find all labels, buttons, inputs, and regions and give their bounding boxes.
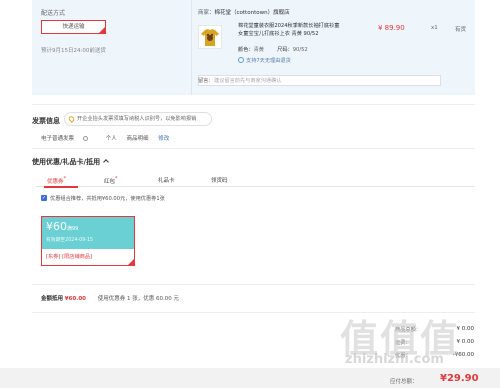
tab-redpacket[interactable]: 红包*: [104, 176, 118, 185]
shipping-label: 配送方式: [41, 10, 66, 17]
tab-giftcard[interactable]: 礼品卡: [158, 176, 175, 184]
message-label: 留言：: [198, 78, 214, 84]
coupon-tag-shop: [限店铺商品]: [62, 254, 93, 260]
watermark-url: zhizhizhi.com: [345, 352, 444, 367]
coupon-tag-jd: [东券]: [46, 254, 61, 260]
seller-prefix: 商家：: [198, 10, 215, 16]
invoice-title: 发票信息: [32, 117, 60, 125]
chevron-up-icon: [103, 159, 109, 165]
product-attributes: 颜色：青黄 尺码：90/52: [238, 46, 308, 53]
refund-icon: [238, 57, 244, 63]
pay-total: ¥29.90: [440, 373, 479, 384]
seller-info: 商家：棉花堂（cottontown）旗舰店: [198, 8, 290, 16]
size-value: 90/52: [292, 47, 308, 53]
invoice-person: 个人: [105, 136, 117, 142]
invoice-tip: 开企业抬头发票须填写纳税人识别号，以免影响报销: [64, 112, 212, 126]
shipping-option-label: 快递运输: [62, 24, 85, 30]
summary-text: 使用优惠券 1 张，优惠 60.00 元: [97, 296, 179, 302]
coupon-section-title[interactable]: 使用优惠/礼品卡/抵用: [32, 157, 109, 167]
product-quantity: x1: [431, 25, 438, 31]
coupon-tags: [东券] [限店铺商品]: [46, 253, 92, 260]
tab-pickup-code-label: 领货码: [211, 178, 228, 184]
combo-label: 优惠组合推荐，共抵用¥60.00元，使用优惠券1张: [50, 196, 165, 202]
invoice-detail: 商品明细: [126, 136, 149, 142]
invoice-type: 电子普通发票: [41, 136, 96, 142]
invoice-tip-text: 开企业抬头发票须填写纳税人识别号，以免影响报销: [77, 116, 197, 122]
pay-label: 应付总额：: [390, 379, 418, 385]
tab-redpacket-label: 红包: [104, 178, 116, 185]
size-label: 尺码：: [277, 47, 293, 53]
summary-label: 金额抵用: [41, 296, 64, 302]
active-tab-indicator: [44, 186, 78, 188]
arrival-estimate: 预计9月15日24:00前送货: [41, 48, 106, 54]
tab-giftcard-label: 礼品卡: [158, 178, 175, 184]
color-label: 颜色：: [238, 47, 254, 53]
message-placeholder: 建议留言前先与商家沟通确认: [214, 78, 282, 84]
divider: [32, 148, 475, 149]
coupon-tabs: [36, 170, 475, 187]
invoice-type-text: 电子普通发票: [41, 136, 75, 142]
color-value: 青黄: [253, 47, 264, 53]
shipping-option-button[interactable]: 快递运输: [41, 20, 106, 34]
selected-corner-icon: [99, 27, 105, 33]
tab-coupon[interactable]: 优惠券*: [47, 176, 66, 185]
coupon-date: 有效期至2024-09-15: [46, 238, 94, 243]
combo-checkbox[interactable]: ✓: [41, 195, 47, 201]
product-price: ¥ 89.90: [378, 24, 405, 32]
invoice-modify-link[interactable]: 修改: [158, 136, 169, 142]
pay-bar: [0, 368, 500, 388]
tab-pickup-code[interactable]: 领货码: [211, 176, 228, 184]
tab-redpacket-mark: *: [115, 176, 118, 182]
coupon-summary: 金额抵用 ¥60.00 使用优惠券 1 张，优惠 60.00 元: [41, 294, 179, 302]
divider: [32, 284, 475, 285]
coupon-amount: ¥60满99: [46, 220, 78, 233]
coupon-section-label: 使用优惠/礼品卡/抵用: [32, 158, 101, 166]
invoice-details: 电子普通发票 个人 商品明细 修改: [41, 134, 177, 142]
selected-corner-icon: [127, 258, 135, 266]
seller-name[interactable]: 棉花堂（cottontown）旗舰店: [215, 10, 290, 16]
help-icon[interactable]: [83, 136, 89, 141]
refund-policy: 支持7天无理由退货: [238, 57, 291, 64]
product-title[interactable]: 棉花堂童装衣服2024秋季新款长袖打底衫童女童宝宝儿打底衫上衣 青黄 90/52: [238, 23, 343, 38]
coupon-amount-value: ¥60: [46, 220, 67, 233]
refund-text: 支持7天无理由退货: [246, 58, 291, 64]
tab-coupon-mark: *: [63, 176, 67, 182]
summary-amount: ¥60.00: [64, 296, 86, 302]
divider: [32, 104, 475, 105]
location-tip-icon: [67, 115, 76, 123]
tab-coupon-label: 优惠券: [47, 178, 64, 185]
coupon-condition: 满99: [67, 226, 79, 232]
stock-status: 有货: [455, 27, 467, 33]
product-image[interactable]: [198, 25, 222, 49]
